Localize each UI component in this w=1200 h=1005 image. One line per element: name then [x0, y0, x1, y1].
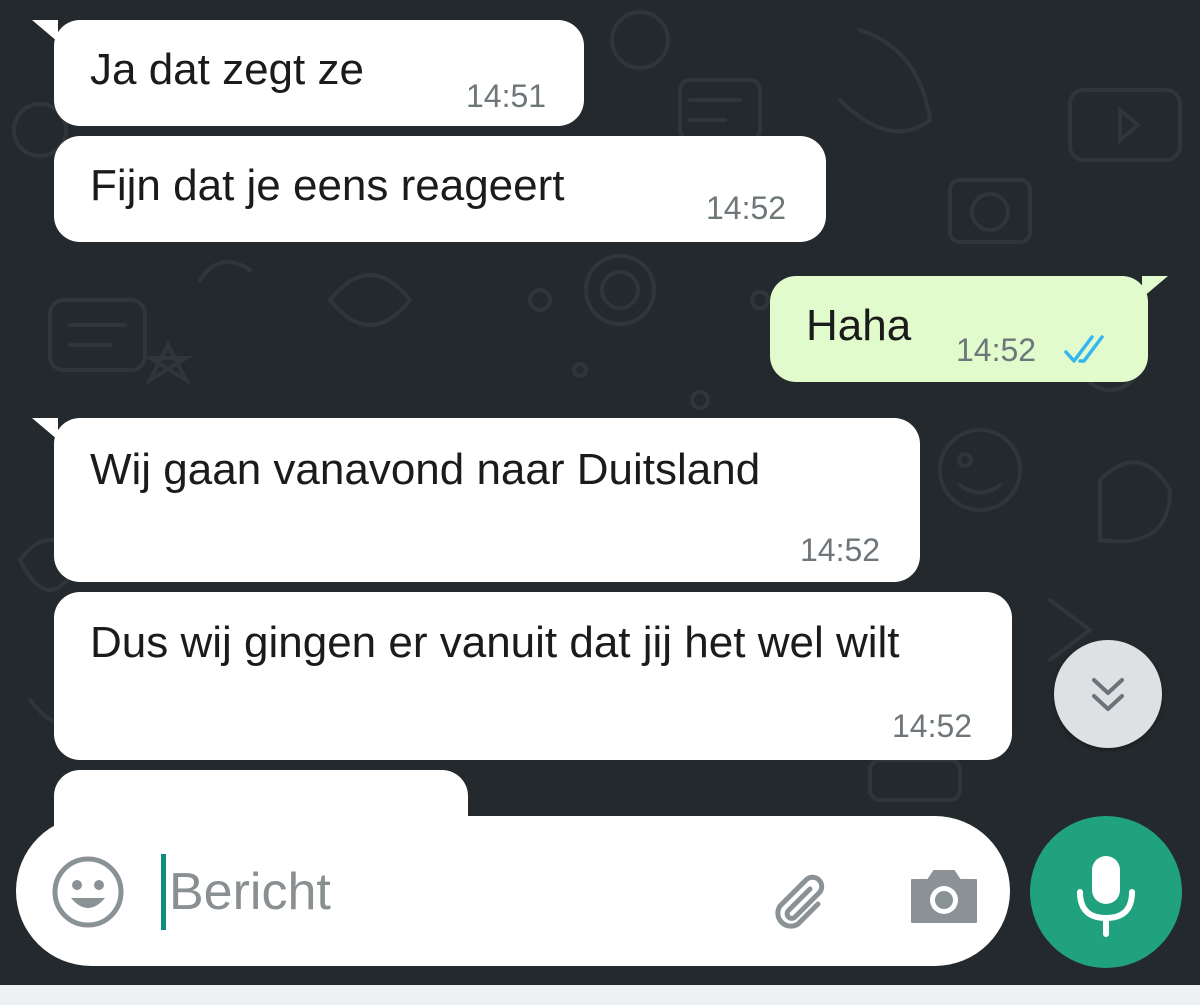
- message-text: Fijn dat je eens reageert: [90, 161, 565, 210]
- message-bubble-incoming[interactable]: Dus wij gingen er vanuit dat jij het wel…: [54, 592, 1012, 760]
- message-bubble-incoming[interactable]: Wij gaan vanavond naar Duitsland 14:52: [54, 418, 920, 582]
- message-text: Haha: [806, 301, 912, 350]
- message-composer: [16, 816, 1010, 966]
- scroll-to-bottom-button[interactable]: [1054, 640, 1162, 748]
- camera-icon[interactable]: [904, 856, 984, 936]
- double-chevron-down-icon: [1092, 678, 1124, 711]
- message-time: 14:52: [892, 708, 973, 744]
- emoji-icon[interactable]: [50, 854, 126, 930]
- paperclip-icon[interactable]: [762, 856, 842, 936]
- bottom-strip: [0, 985, 1200, 1005]
- message-text: Dus wij gingen er vanuit dat jij het wel…: [90, 618, 900, 667]
- message-bubble-incoming[interactable]: Fijn dat je eens reageert 14:52: [54, 136, 826, 242]
- message-bubble-outgoing[interactable]: Haha 14:52: [770, 276, 1148, 382]
- read-receipt-icon: [1064, 335, 1104, 363]
- message-time: 14:52: [706, 190, 787, 226]
- message-input[interactable]: [161, 850, 729, 934]
- message-time: 14:52: [800, 532, 881, 568]
- microphone-icon: [1077, 856, 1135, 937]
- message-bubble-incoming[interactable]: Ja dat zegt ze 14:51: [54, 20, 584, 126]
- message-time: 14:52: [956, 332, 1037, 368]
- voice-record-button[interactable]: [1030, 816, 1182, 968]
- message-time: 14:51: [466, 78, 547, 114]
- message-text: Ja dat zegt ze: [90, 45, 364, 94]
- message-text: Wij gaan vanavond naar Duitsland: [90, 445, 761, 494]
